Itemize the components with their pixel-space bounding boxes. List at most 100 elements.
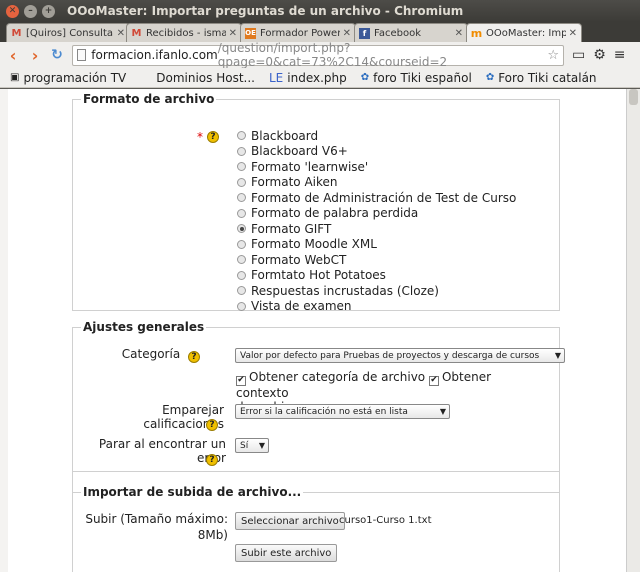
- format-option[interactable]: Formato WebCT: [237, 252, 516, 268]
- tab-recibidos[interactable]: M Recibidos - ismae ✕: [126, 23, 242, 42]
- required-marker: *: [197, 130, 203, 144]
- format-option[interactable]: Respuestas incrustadas (Cloze): [237, 283, 516, 299]
- close-tab-icon[interactable]: ✕: [117, 28, 125, 39]
- extension-icon[interactable]: ▭: [572, 47, 585, 63]
- back-icon[interactable]: ‹: [4, 46, 22, 65]
- format-option[interactable]: Blackboard: [237, 128, 516, 144]
- scrollbar-thumb[interactable]: [629, 89, 638, 105]
- radio-button[interactable]: [237, 146, 246, 156]
- radio-button[interactable]: [237, 286, 246, 296]
- format-option[interactable]: Formato 'learnwise': [237, 159, 516, 175]
- stop-on-error-select[interactable]: Sí ▼: [235, 438, 269, 453]
- bookmarks-bar: ▣ programación TV Dominios Host... LE in…: [0, 68, 640, 88]
- le-icon: LE: [268, 70, 284, 85]
- close-tab-icon[interactable]: ✕: [343, 28, 351, 39]
- format-radio-list: Blackboard Blackboard V6+ Formato 'learn…: [237, 128, 516, 314]
- tab-facebook[interactable]: f Facebook ✕: [354, 23, 468, 42]
- left-background: [0, 89, 8, 572]
- radio-button[interactable]: [237, 255, 246, 265]
- address-path: /question/import.php?qpage=0&cat=73%2C14…: [217, 41, 448, 69]
- gear-icon[interactable]: ⚙: [593, 47, 606, 63]
- radio-button[interactable]: [237, 301, 246, 311]
- page-viewport: Formato de archivo * ? Blackboard Blackb…: [0, 89, 626, 572]
- close-tab-icon[interactable]: ✕: [229, 28, 237, 39]
- radio-button[interactable]: [237, 270, 246, 280]
- radio-button-checked[interactable]: [237, 224, 246, 234]
- help-icon[interactable]: ?: [188, 351, 200, 363]
- window-titlebar: ✕ – + OOoMaster: Importar preguntas de u…: [0, 0, 640, 22]
- format-option[interactable]: Formato de Administración de Test de Cur…: [237, 190, 516, 206]
- stop-on-error-label: Parar al encontrar un error: [76, 437, 226, 465]
- bookmark-label: foro Tiki español: [373, 70, 472, 85]
- upload-label-line1: Subir (Tamaño máximo:: [85, 512, 228, 526]
- upload-label: Subir (Tamaño máximo: 8Mb): [80, 511, 228, 543]
- bookmark-foro-ca[interactable]: ✿ Foro Tiki catalán: [486, 71, 597, 85]
- format-option[interactable]: Formtato Hot Potatoes: [237, 268, 516, 284]
- bookmark-star-icon[interactable]: ☆: [547, 48, 559, 63]
- bookmark-label: programación TV: [23, 70, 127, 85]
- page-scrollbar[interactable]: [626, 89, 640, 572]
- stop-on-error-select-value: Sí: [240, 440, 249, 451]
- format-option-label: Vista de examen: [251, 299, 352, 314]
- format-option-selected[interactable]: Formato GIFT: [237, 221, 516, 237]
- format-option[interactable]: Formato Aiken: [237, 175, 516, 191]
- format-option-label: Formato Aiken: [251, 175, 338, 190]
- address-host: formacion.ifanlo.com: [91, 48, 218, 62]
- format-option-label: Formato de Administración de Test de Cur…: [251, 190, 517, 205]
- bookmark-programacion[interactable]: ▣ programación TV: [10, 71, 126, 85]
- tab-label: Facebook: [374, 27, 421, 39]
- choose-file-button[interactable]: Seleccionar archivo: [235, 512, 345, 530]
- tab-strip: M [Quiros] Consulta ✕ M Recibidos - isma…: [0, 22, 640, 42]
- close-window-icon[interactable]: ✕: [6, 4, 19, 18]
- ooo-icon: OE: [245, 27, 256, 39]
- bookmark-label: Dominios Host...: [156, 70, 255, 85]
- radio-button[interactable]: [237, 162, 246, 172]
- close-tab-icon[interactable]: ✕: [455, 28, 463, 39]
- moodle-icon: m: [470, 26, 483, 40]
- match-grades-select-value: Error si la calificación no está en list…: [240, 406, 408, 417]
- facebook-icon: f: [359, 27, 370, 39]
- format-option[interactable]: Formato Moodle XML: [237, 237, 516, 253]
- help-icon[interactable]: ?: [206, 454, 218, 466]
- minimize-window-icon[interactable]: –: [24, 4, 37, 18]
- bookmark-index[interactable]: LE index.php: [269, 71, 347, 85]
- radio-button[interactable]: [237, 177, 246, 187]
- upload-file-button[interactable]: Subir este archivo: [235, 544, 338, 562]
- format-option[interactable]: Formato de palabra perdida: [237, 206, 516, 222]
- format-option-label: Respuestas incrustadas (Cloze): [251, 283, 439, 298]
- gmail-icon: M: [11, 27, 22, 39]
- category-select[interactable]: Valor por defecto para Pruebas de proyec…: [235, 348, 565, 363]
- browser-toolbar: ‹ › ↻ formacion.ifanlo.com /question/imp…: [0, 41, 640, 69]
- forward-icon[interactable]: ›: [26, 46, 44, 65]
- address-bar[interactable]: formacion.ifanlo.com /question/import.ph…: [72, 41, 564, 69]
- radio-button[interactable]: [237, 208, 246, 218]
- help-icon[interactable]: ?: [206, 419, 218, 431]
- match-grades-select[interactable]: Error si la calificación no está en list…: [235, 404, 450, 419]
- reload-icon[interactable]: ↻: [48, 47, 66, 63]
- context-from-file-checkbox[interactable]: ✔: [428, 375, 439, 386]
- radio-button[interactable]: [237, 239, 246, 249]
- help-icon[interactable]: ?: [207, 131, 219, 143]
- format-option[interactable]: Vista de examen: [237, 299, 516, 315]
- bookmark-foro-es[interactable]: ✿ foro Tiki español: [361, 71, 472, 85]
- category-from-file-label: Obtener categoría de archivo: [249, 370, 426, 384]
- close-tab-icon[interactable]: ✕: [569, 28, 577, 39]
- format-legend: Formato de archivo: [81, 92, 217, 106]
- maximize-window-icon[interactable]: +: [42, 4, 55, 18]
- format-option[interactable]: Blackboard V6+: [237, 144, 516, 160]
- menu-icon[interactable]: ≡: [614, 47, 626, 63]
- tab-ooomaster[interactable]: m OOoMaster: Impo ✕: [466, 23, 582, 42]
- category-select-value: Valor por defecto para Pruebas de proyec…: [240, 350, 540, 361]
- tab-quiros[interactable]: M [Quiros] Consulta ✕: [6, 23, 130, 42]
- format-option-label: Formato 'learnwise': [251, 159, 369, 174]
- category-from-file-checkbox[interactable]: ✔: [236, 375, 246, 386]
- upload-legend: Importar de subida de archivo...: [81, 485, 304, 499]
- match-grades-label: Emparejar calificaciones: [80, 403, 224, 431]
- chosen-file-name: curso1-Curso 1.txt: [339, 515, 432, 526]
- tab-formador[interactable]: OE Formador Power ✕: [240, 23, 356, 42]
- tab-label: Formador Power: [260, 27, 340, 39]
- bookmark-dominios[interactable]: Dominios Host...: [156, 71, 255, 85]
- radio-button[interactable]: [237, 131, 246, 141]
- dropdown-arrow-icon: ▼: [258, 441, 265, 450]
- radio-button[interactable]: [237, 193, 246, 203]
